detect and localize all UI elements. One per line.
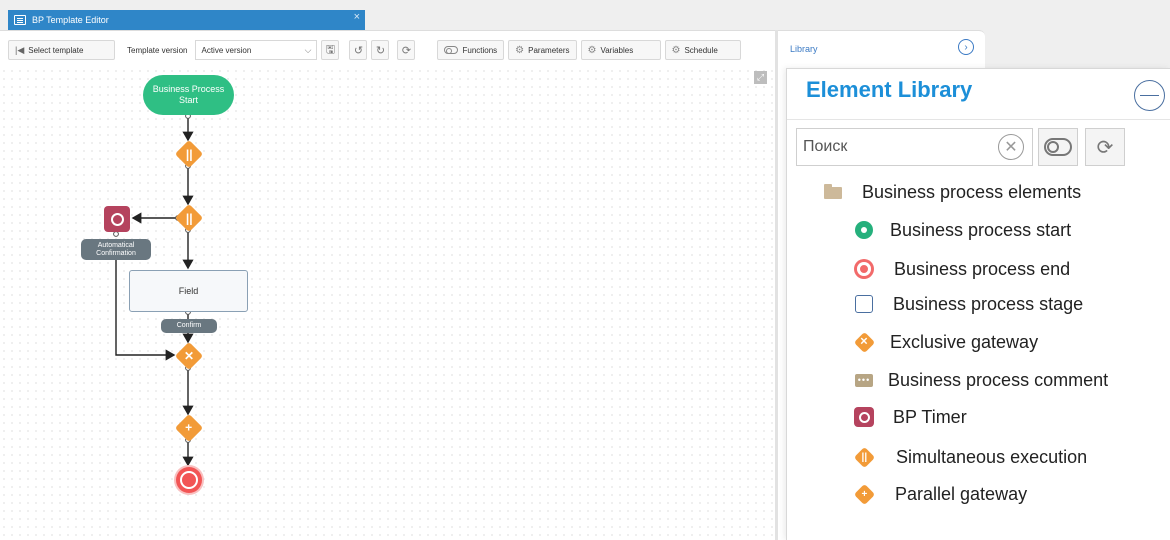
functions-button[interactable]: Functions — [437, 40, 505, 60]
schedule-button[interactable]: ⚙ Schedule — [664, 40, 741, 60]
bp-start-icon — [853, 219, 875, 241]
element-library-panel: Element Library Поиск ✕ ⟳ Business proce… — [786, 68, 1170, 540]
library-title: Element Library — [806, 77, 973, 102]
bp-end-node[interactable] — [176, 467, 202, 493]
library-item-label: Simultaneous execution — [896, 446, 1088, 467]
library-item-label: Business process start — [890, 219, 1072, 240]
schedule-label: Schedule — [684, 45, 718, 55]
gear-icon: ⚙ — [587, 44, 597, 56]
library-item-exclusive-gateway[interactable]: ✕ Exclusive gateway — [853, 331, 1038, 353]
library-item-bp-end[interactable]: Business process end — [853, 258, 1070, 280]
refresh-icon: ⟳ — [1096, 136, 1114, 159]
parallel-gateway-icon: + — [853, 483, 875, 505]
toggle-icon — [444, 46, 459, 54]
clear-search-icon[interactable]: ✕ — [998, 134, 1024, 160]
library-item-label: Business process comment — [888, 369, 1109, 390]
automatical-confirmation-label[interactable]: Automatical Confirmation — [81, 239, 151, 260]
library-item-label: BP Timer — [893, 406, 967, 427]
gear-icon: ⚙ — [515, 44, 525, 56]
exclusive-gateway-icon: ✕ — [853, 331, 875, 353]
library-item-simultaneous-execution[interactable]: || Simultaneous execution — [853, 446, 1087, 468]
timer-icon — [853, 406, 875, 428]
refresh-library-button[interactable]: ⟳ — [1085, 128, 1125, 166]
library-search-input[interactable]: Поиск ✕ — [796, 128, 1033, 166]
fullscreen-icon[interactable]: ⤢ — [754, 71, 767, 84]
toggle-icon — [1044, 138, 1072, 156]
library-item-bp-start[interactable]: Business process start — [853, 219, 1071, 241]
bp-start-node[interactable]: Business Process Start — [143, 75, 234, 115]
library-item-label: Parallel gateway — [895, 483, 1028, 504]
divider — [787, 119, 1170, 120]
refresh-icon[interactable]: ⟳ — [397, 40, 416, 60]
library-item-label: Exclusive gateway — [890, 331, 1039, 352]
panel-splitter[interactable] — [775, 30, 778, 540]
library-item-parallel-gateway[interactable]: + Parallel gateway — [853, 483, 1027, 505]
parameters-button[interactable]: ⚙ Parameters — [508, 40, 577, 60]
parameters-label: Parameters — [528, 45, 570, 55]
library-item-bp-timer[interactable]: BP Timer — [853, 406, 967, 428]
bp-end-icon — [853, 258, 875, 280]
app-root: BP Template Editor × |◀ Select template … — [0, 0, 1170, 540]
variables-button[interactable]: ⚙ Variables — [580, 40, 661, 60]
folder-icon — [824, 183, 842, 199]
library-header: Library — [790, 44, 818, 54]
chevron-right-icon[interactable]: › — [958, 39, 974, 55]
comment-icon: ••• — [853, 369, 875, 391]
confirm-label[interactable]: Confirm — [161, 319, 217, 333]
library-item-bp-stage[interactable]: Business process stage — [853, 293, 1083, 315]
gear-icon: ⚙ — [671, 44, 681, 56]
library-item-label: Business process end — [894, 258, 1071, 279]
library-item-label: Business process stage — [893, 293, 1084, 314]
bp-stage-icon — [853, 293, 875, 315]
tree-folder-business-process-elements[interactable]: Business process elements — [824, 182, 1081, 203]
functions-label: Functions — [462, 45, 498, 55]
search-placeholder: Поиск — [803, 138, 848, 155]
collapse-icon[interactable] — [1134, 80, 1165, 111]
timer-node[interactable] — [104, 206, 130, 232]
simultaneous-icon: || — [853, 446, 875, 468]
variables-label: Variables — [600, 45, 634, 55]
folder-label: Business process elements — [862, 182, 1082, 202]
library-item-bp-comment[interactable]: ••• Business process comment — [853, 369, 1108, 391]
field-stage-node[interactable]: Field — [129, 270, 248, 312]
toggle-filter-button[interactable] — [1038, 128, 1078, 166]
